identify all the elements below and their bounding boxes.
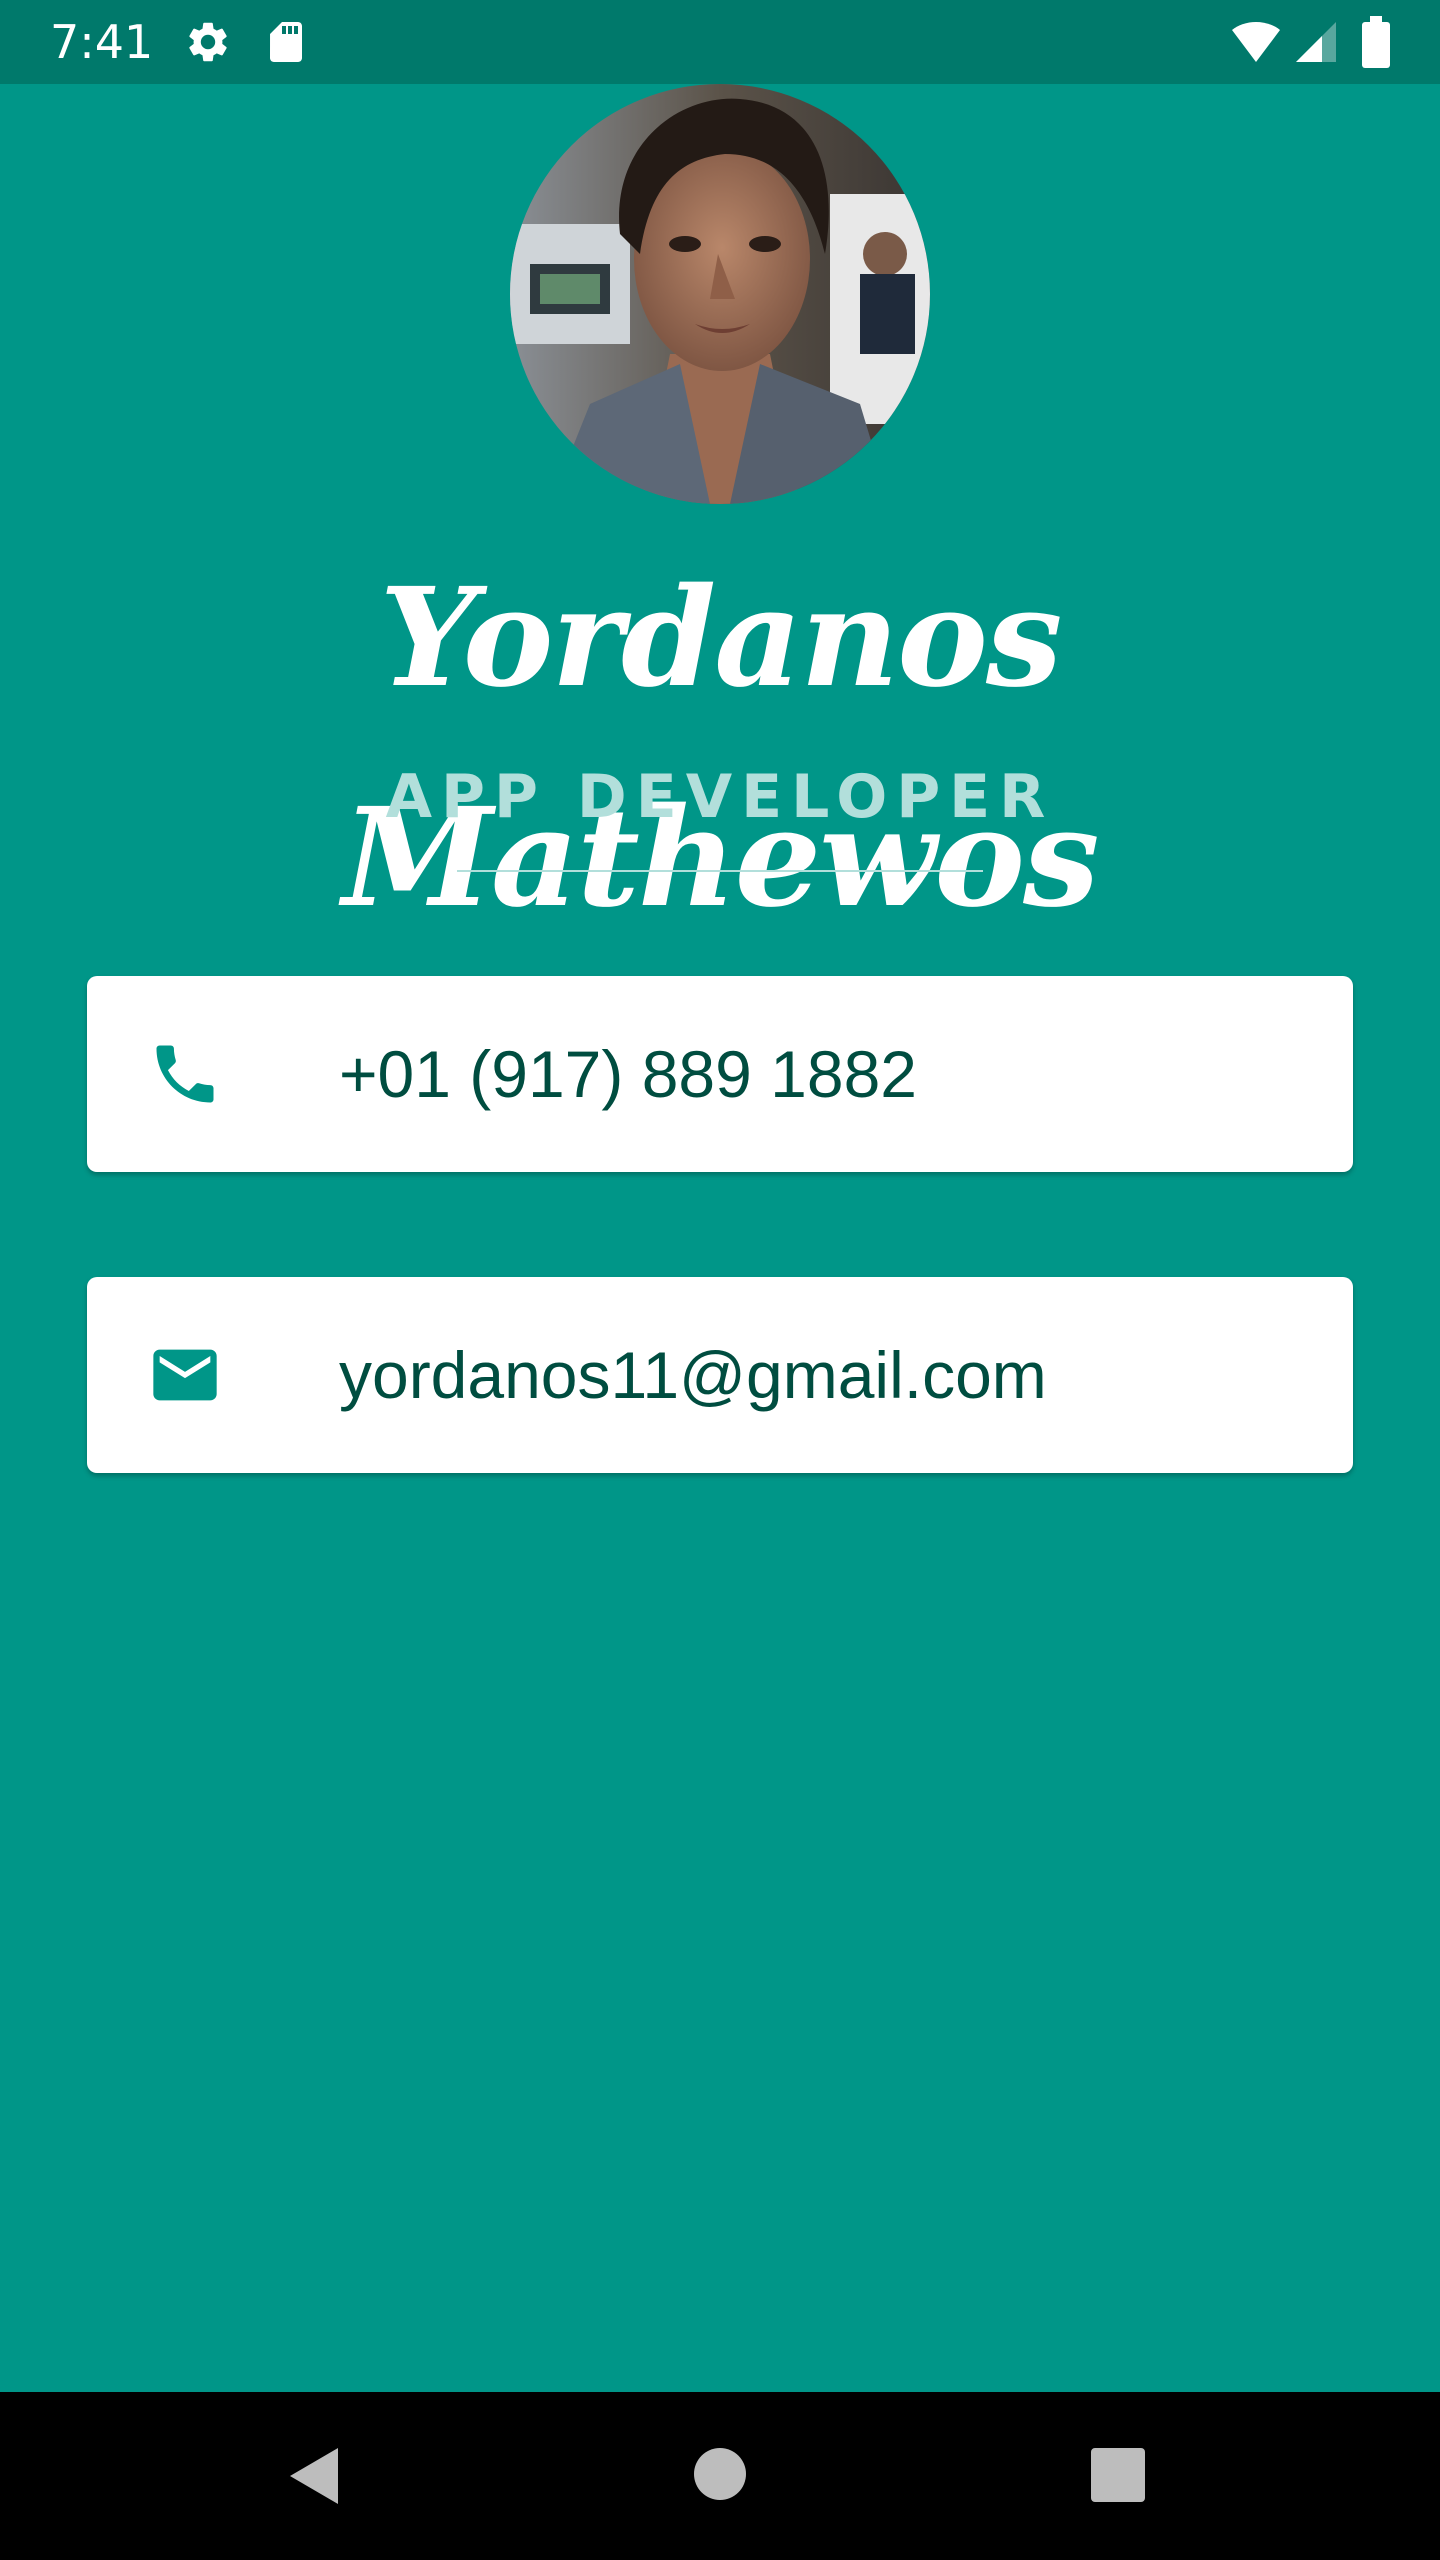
home-icon[interactable] [694, 2448, 746, 2500]
email-address: yordanos11@gmail.com [339, 1338, 1047, 1412]
phone-number: +01 (917) 889 1882 [339, 1037, 917, 1111]
avatar [510, 84, 930, 504]
settings-gear-icon [189, 22, 227, 62]
status-bar: 7:41 [0, 0, 1440, 84]
status-time: 7:41 [50, 15, 154, 69]
recents-icon[interactable] [1091, 2448, 1145, 2502]
phone-icon [156, 1045, 214, 1103]
profile-name: Yordanos Mathewos [342, 558, 1099, 938]
mail-icon [153, 1349, 217, 1401]
navigation-bar [0, 2392, 1440, 2560]
battery-icon [1362, 16, 1390, 68]
cell-signal-icon [1296, 22, 1336, 62]
profile-photo [510, 84, 930, 504]
email-card[interactable]: yordanos11@gmail.com [87, 1277, 1353, 1473]
profile-title: APP DEVELOPER [385, 762, 1055, 832]
sd-card-icon [270, 22, 302, 62]
wifi-icon [1232, 22, 1280, 62]
back-icon[interactable] [286, 2444, 342, 2508]
phone-card[interactable]: +01 (917) 889 1882 [87, 976, 1353, 1172]
divider [457, 870, 983, 872]
business-card-screen: 7:41 Yordanos Mathewos APP DEVELOPER +01… [0, 0, 1440, 2560]
